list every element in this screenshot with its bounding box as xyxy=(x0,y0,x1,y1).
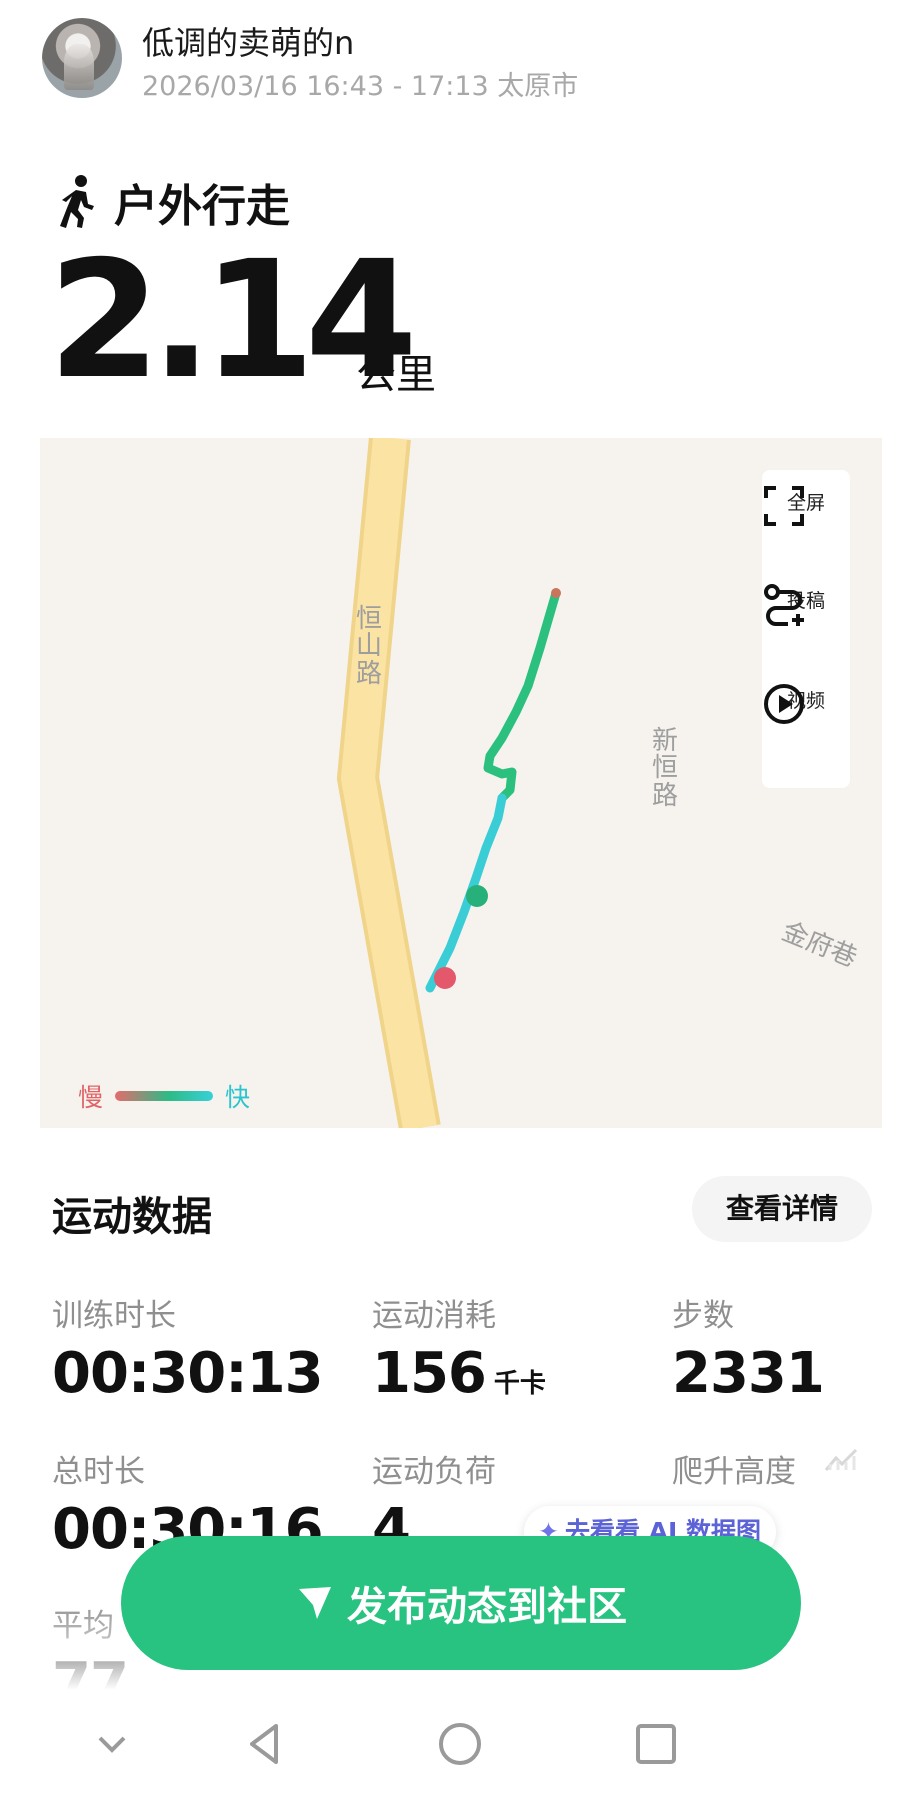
distance-unit: 公里 xyxy=(356,352,436,398)
activity-meta: 2026/03/16 16:43 - 17:13 太原市 xyxy=(142,71,579,102)
stat-label: 运动负荷 xyxy=(372,1454,496,1490)
route-segment-upper xyxy=(483,588,561,803)
route-kilometer-marker xyxy=(466,885,488,907)
map-toolbar: 全屏 投稿 视频 xyxy=(762,470,850,788)
hengshan-road-fill xyxy=(340,438,437,1128)
stat-elevation-gain: 爬升高度 xyxy=(672,1446,796,1510)
chevron-down-icon[interactable] xyxy=(84,1716,140,1772)
pace-legend: 慢 快 xyxy=(78,1078,250,1114)
stat-training-duration: 训练时长 00:30:13 xyxy=(52,1290,324,1406)
legend-fast: 快 xyxy=(225,1083,251,1112)
route-submit-icon xyxy=(764,584,804,626)
road-label-xinheng: 新恒路 xyxy=(651,726,678,811)
route-segment-lower xyxy=(425,793,507,993)
fullscreen-icon xyxy=(764,486,804,526)
route-start-marker xyxy=(434,967,456,989)
view-details-button[interactable]: 查看详情 xyxy=(692,1176,872,1242)
username[interactable]: 低调的卖萌的n xyxy=(142,18,354,64)
route-map[interactable]: 恒山路 新恒路 金府巷 全屏 投稿 视频 慢 快 xyxy=(40,438,882,1128)
stat-label: 总时长 xyxy=(52,1454,145,1490)
stat-calories: 运动消耗 156 千卡 xyxy=(372,1290,546,1406)
publish-label: 发布动态到社区 xyxy=(347,1584,627,1630)
activity-type: 户外行走 xyxy=(114,181,290,232)
route-end-marker xyxy=(551,588,561,598)
home-circle-icon[interactable] xyxy=(432,1716,488,1772)
stat-label: 运动消耗 xyxy=(372,1298,496,1334)
stat-value: 2331 xyxy=(672,1341,825,1406)
back-triangle-icon[interactable] xyxy=(238,1716,294,1772)
walking-person-icon xyxy=(60,175,94,228)
post-header: 低调的卖萌的n 2026/03/16 16:43 - 17:13 太原市 xyxy=(0,0,921,110)
legend-slow: 慢 xyxy=(78,1083,104,1112)
system-nav-bar xyxy=(0,1690,921,1798)
recent-square-icon[interactable] xyxy=(628,1716,684,1772)
road-label-hengshan: 恒山路 xyxy=(355,604,382,689)
stat-unit: 千卡 xyxy=(493,1369,546,1399)
legend-gradient-bar xyxy=(115,1091,214,1101)
stat-value: 00:30:13 xyxy=(52,1341,324,1406)
submit-route-button[interactable]: 投稿 xyxy=(762,582,850,626)
stats-title: 运动数据 xyxy=(52,1194,212,1240)
publish-to-community-button[interactable]: 发布动态到社区 xyxy=(121,1536,801,1670)
elevation-chart-icon xyxy=(824,1448,858,1471)
stat-steps: 步数 2331 xyxy=(672,1290,825,1406)
stat-label: 爬升高度 xyxy=(672,1454,796,1490)
video-button[interactable]: 视频 xyxy=(762,682,850,724)
stat-value: 156 xyxy=(372,1341,487,1406)
play-video-icon xyxy=(764,684,804,724)
map-canvas xyxy=(336,438,561,1128)
stat-label: 步数 xyxy=(672,1298,734,1334)
send-icon xyxy=(299,1587,331,1619)
avatar[interactable] xyxy=(42,18,122,98)
distance-value: 2.14 xyxy=(48,227,418,415)
stat-label: 训练时长 xyxy=(52,1298,176,1334)
activity-type-row: 户外行走 xyxy=(54,170,290,234)
fullscreen-button[interactable]: 全屏 xyxy=(762,484,850,526)
